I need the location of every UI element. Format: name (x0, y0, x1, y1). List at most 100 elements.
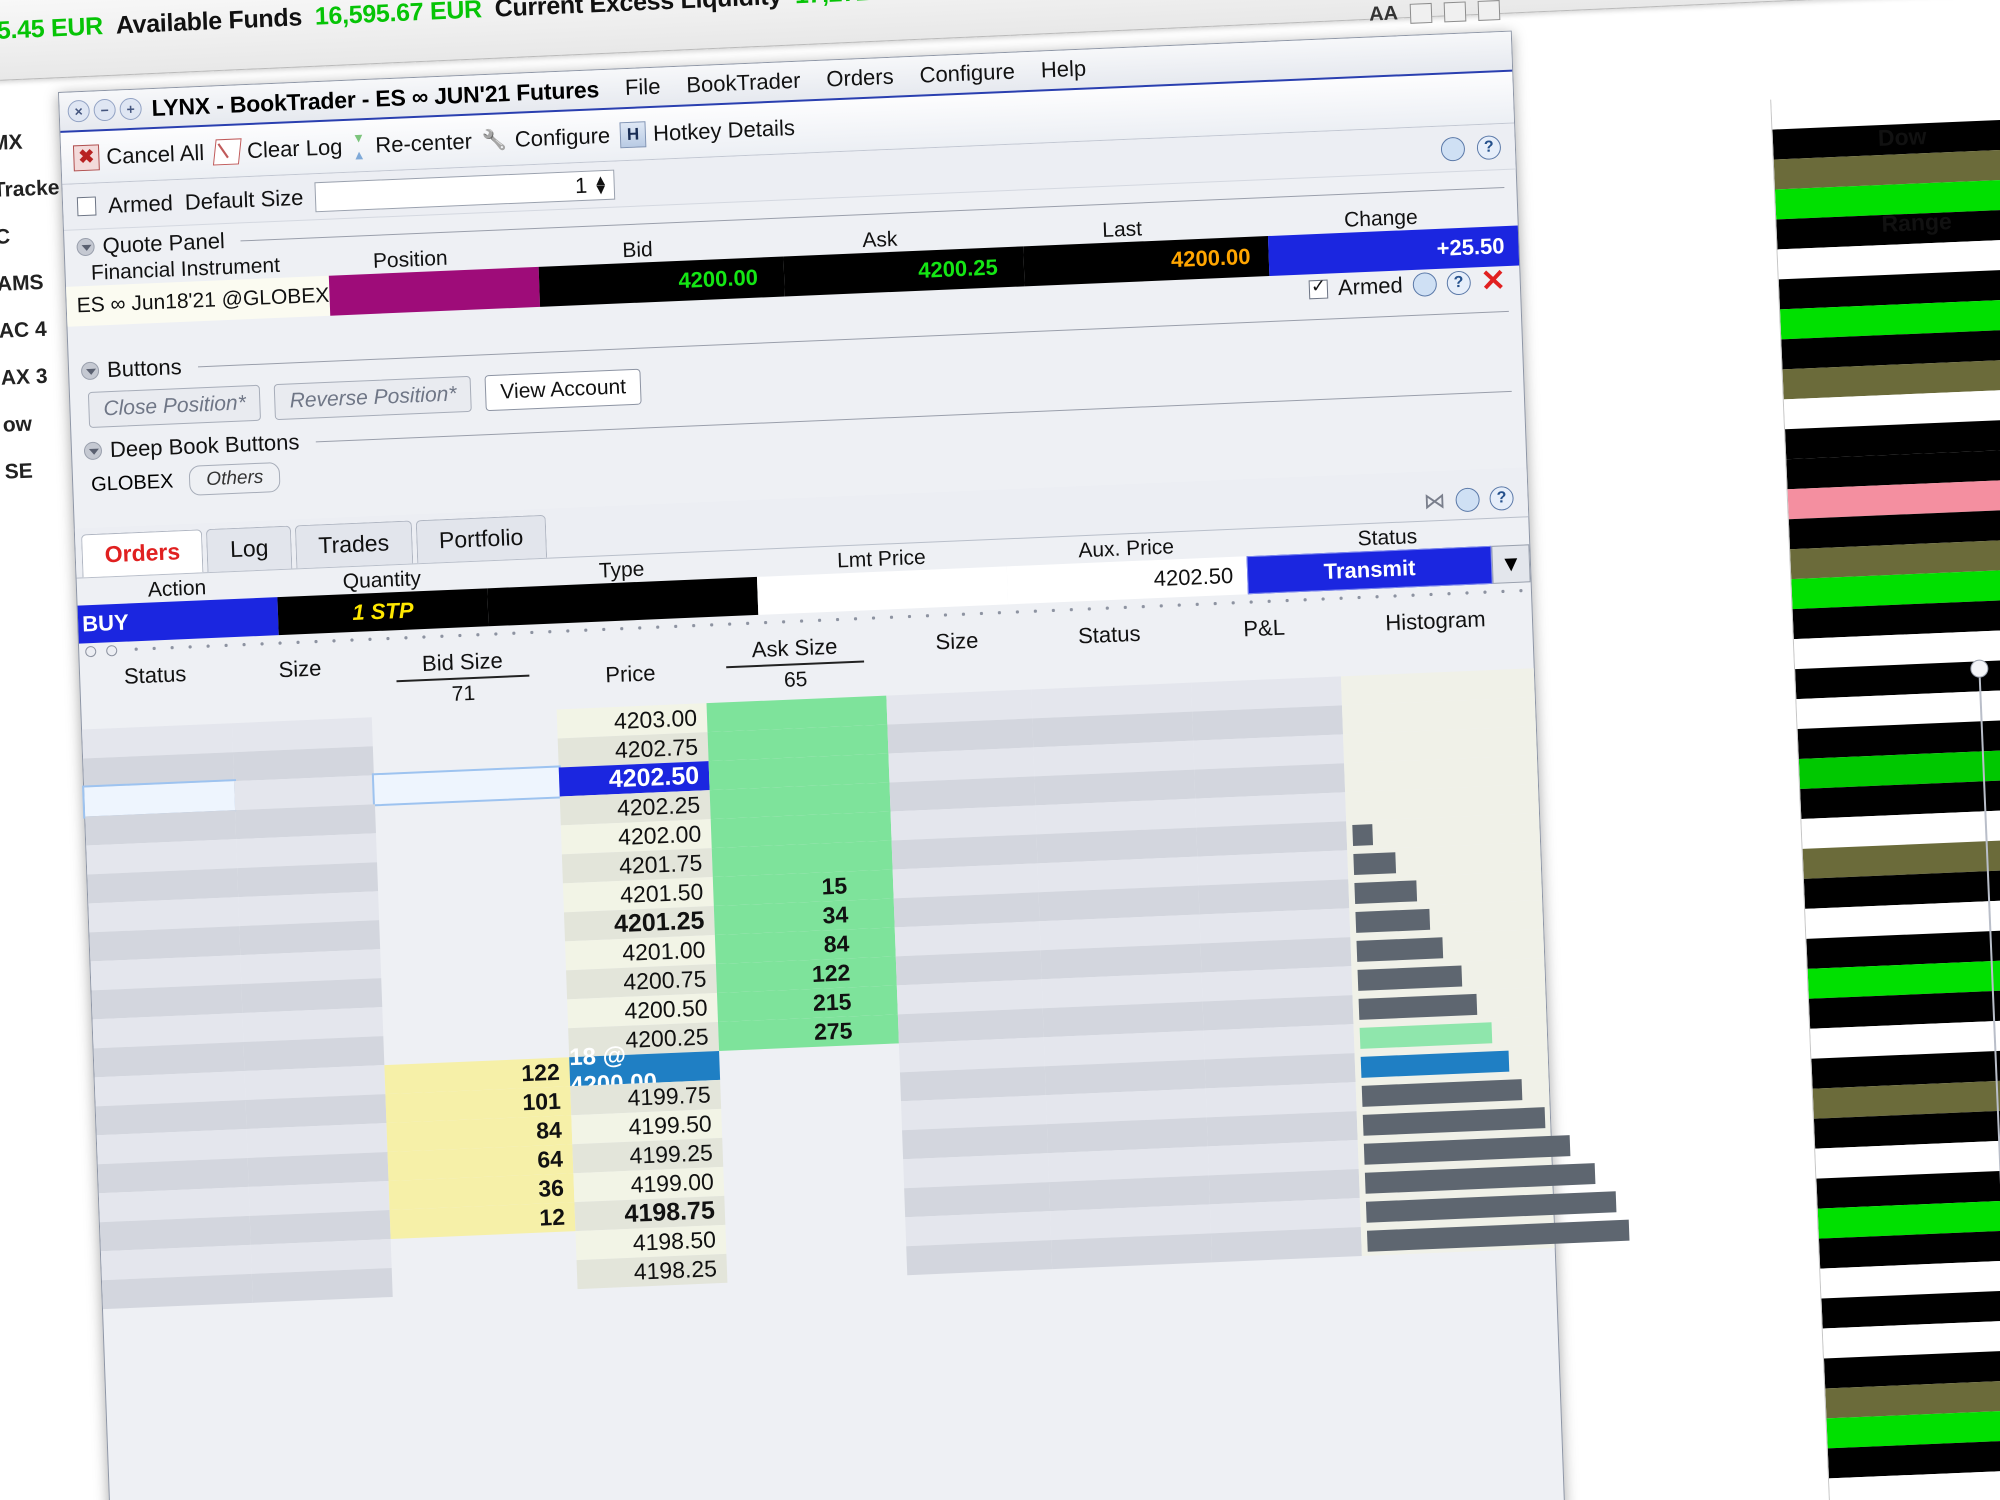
tab-log[interactable]: Log (206, 525, 293, 573)
quote-armed-label: Armed (1337, 272, 1404, 301)
window-extra-controls[interactable]: AA (1369, 0, 1501, 27)
menu-orders[interactable]: Orders (826, 64, 894, 93)
buttons-section-title: Buttons (106, 354, 183, 383)
cancel-all-label: Cancel All (105, 139, 205, 169)
ladder-cell-status[interactable] (101, 1273, 253, 1310)
deep-book-globex-label: GLOBEX (90, 469, 174, 496)
lh-size2: Size (935, 627, 979, 655)
histogram-bar (1359, 1022, 1493, 1049)
font-size-icon[interactable]: AA (1369, 2, 1399, 26)
chevron-down-icon[interactable] (76, 237, 95, 257)
close-position-button[interactable]: Close Position* (87, 384, 262, 428)
scrollbar-thumb[interactable] (1970, 659, 1989, 678)
recenter-label: Re-center (374, 128, 473, 158)
default-size-label: Default Size (184, 184, 304, 215)
bg-label: SE (4, 459, 34, 484)
quote-armed-checkbox[interactable] (1308, 279, 1329, 299)
lh-price: Price (604, 660, 656, 688)
maximize-icon[interactable]: + (119, 97, 143, 121)
ladder-body: 4203.00 4202.75 4202.50 4202.25 4202.00 4201.… (82, 668, 1630, 1310)
menu-file[interactable]: File (625, 74, 661, 101)
bg-label: C (0, 225, 11, 249)
globe-icon[interactable] (1455, 487, 1481, 513)
default-size-stepper[interactable]: 1 ▲ ▼ (314, 169, 616, 212)
histogram-bar (1363, 1135, 1571, 1165)
deep-book-others-button[interactable]: Others (188, 461, 281, 496)
globe-icon[interactable] (1440, 136, 1466, 162)
default-size-value: 1 (574, 172, 588, 198)
armed-label: Armed (107, 189, 174, 218)
cancel-all-button[interactable]: Cancel All (72, 139, 205, 171)
cancel-icon (72, 143, 100, 171)
account-value: 23,195.45 EUR (0, 11, 104, 48)
ladder-cell-size[interactable] (251, 1267, 393, 1303)
bg-label: AMS (0, 270, 45, 296)
histogram-bar (1360, 1050, 1510, 1078)
window-controls[interactable]: × − + (67, 97, 143, 123)
tab-orders[interactable]: Orders (80, 529, 204, 578)
bg-label: MX (0, 130, 23, 155)
pin-icon[interactable] (1409, 2, 1433, 24)
background-right-labels: Dow Range (1876, 90, 2000, 267)
configure-label: Configure (514, 122, 611, 152)
edit-icon[interactable] (1477, 0, 1501, 21)
account-value: 17,272.62 EUR (794, 0, 962, 10)
chevron-down-icon[interactable] (80, 361, 100, 381)
histogram-bar (1355, 908, 1431, 933)
bg-label: ow (2, 412, 33, 437)
hotkey-icon: H (619, 120, 647, 148)
ladder-cell-status2[interactable] (1051, 1233, 1213, 1270)
clear-log-icon (212, 137, 242, 166)
help-icon[interactable]: ? (1446, 270, 1472, 296)
clear-log-label: Clear Log (246, 133, 343, 163)
stepper-arrows[interactable]: ▲ ▼ (593, 171, 609, 198)
restore-icon[interactable] (1443, 0, 1467, 22)
ladder-cell-pl[interactable] (1210, 1227, 1362, 1263)
clear-log-button[interactable]: Clear Log (212, 133, 343, 166)
close-icon[interactable]: × (67, 99, 91, 123)
lh-status2: Status (1077, 620, 1141, 649)
account-label: Cash (974, 0, 1035, 2)
account-value: 16,595.67 EUR (314, 0, 483, 31)
reverse-position-button[interactable]: Reverse Position* (274, 375, 473, 421)
histogram-bar (1365, 1191, 1617, 1223)
tab-portfolio[interactable]: Portfolio (415, 514, 548, 564)
splitter-handle[interactable] (85, 645, 97, 657)
histogram-bar (1356, 937, 1444, 962)
screenshot-root: MX Tracke C AMS AC 4 AX 3 ow SE Dow Rang… (0, 0, 2000, 1500)
splitter-handle[interactable] (106, 644, 118, 656)
account-label: Available Funds (115, 2, 303, 40)
lh-pl: P&L (1242, 614, 1286, 642)
ladder-cell-price[interactable]: 4198.25 (576, 1253, 728, 1290)
note-icon[interactable]: ⋈ (1423, 488, 1446, 515)
view-account-button[interactable]: View Account (484, 368, 642, 412)
lh-bid-size: Bid Size (395, 646, 530, 683)
ladder-cell-ask-size[interactable] (726, 1246, 907, 1283)
histogram-bar (1361, 1079, 1523, 1107)
lh-bid-size-total: 71 (451, 681, 476, 706)
quote-panel-title: Quote Panel (102, 228, 226, 259)
hotkey-details-button[interactable]: H Hotkey Details (619, 114, 796, 148)
help-icon[interactable]: ? (1476, 134, 1502, 160)
configure-button[interactable]: Configure (481, 122, 610, 153)
account-summary-items: ue 23,195.45 EUR Available Funds 16,595.… (0, 0, 2000, 58)
histogram-bar (1352, 824, 1374, 846)
tab-trades[interactable]: Trades (294, 520, 413, 569)
menu-booktrader[interactable]: BookTrader (686, 68, 801, 99)
bg-label: AX 3 (0, 364, 48, 390)
lh-ask-size-total: 65 (783, 667, 808, 692)
armed-checkbox[interactable] (76, 196, 97, 217)
menu-configure[interactable]: Configure (919, 59, 1015, 89)
order-dropdown-icon[interactable]: ▼ (1491, 544, 1531, 584)
bg-label: Tracke (0, 176, 60, 202)
close-quote-icon[interactable]: ✕ (1480, 264, 1506, 298)
menu-help[interactable]: Help (1040, 56, 1086, 84)
ladder-cell-size2[interactable] (906, 1240, 1053, 1276)
histogram-bar (1357, 965, 1463, 991)
recenter-button[interactable]: Re-center (352, 128, 472, 159)
minimize-icon[interactable]: − (93, 98, 117, 122)
booktrader-window: × − + LYNX - BookTrader - ES ∞ JUN'21 Fu… (58, 0, 1630, 1500)
help-icon[interactable]: ? (1489, 485, 1515, 511)
chevron-down-icon[interactable] (83, 441, 103, 461)
globe-icon[interactable] (1412, 271, 1438, 297)
